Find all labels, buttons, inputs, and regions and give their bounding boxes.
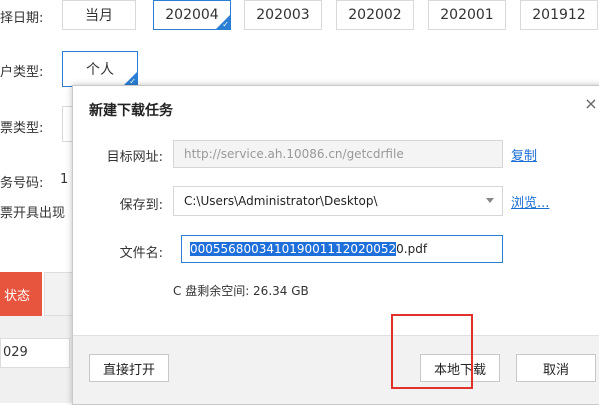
annotation-highlight-box bbox=[391, 314, 473, 389]
save-to-label: 保存到: bbox=[119, 198, 163, 213]
url-field[interactable]: http://service.ah.10086.cn/getcdrfile bbox=[173, 140, 503, 168]
new-download-dialog: 新建下载任务 × 目标网址: http://service.ah.10086.c… bbox=[72, 85, 599, 405]
background-input[interactable]: 029 bbox=[0, 338, 70, 368]
date-button-201912[interactable]: 201912 bbox=[520, 0, 598, 30]
customer-type-label: 客户类型: bbox=[0, 65, 44, 80]
cancel-button[interactable]: 取消 bbox=[516, 354, 596, 382]
date-label: 选择日期: bbox=[0, 11, 44, 26]
invoice-type-label: 发票类型: bbox=[0, 121, 44, 136]
service-number-label: 服务号码: bbox=[0, 176, 44, 191]
filename-input[interactable]: 0005568003410190011120200520.pdf bbox=[181, 235, 503, 263]
date-button-current[interactable]: 当月 bbox=[62, 0, 136, 30]
chevron-down-icon bbox=[486, 198, 494, 203]
tab-status[interactable]: 状态 bbox=[0, 272, 42, 316]
filename-label: 文件名: bbox=[119, 246, 163, 261]
date-button-202004[interactable]: 202004 ✓ bbox=[153, 0, 231, 30]
free-space-info: C 盘剩余空间: 26.34 GB bbox=[173, 284, 309, 298]
customer-type-button[interactable]: 个人 ✓ bbox=[62, 51, 138, 87]
browse-link[interactable]: 浏览... bbox=[511, 192, 549, 211]
date-button-202002[interactable]: 202002 bbox=[336, 0, 414, 30]
check-icon: ✓ bbox=[222, 20, 229, 29]
date-button-202001[interactable]: 202001 bbox=[428, 0, 506, 30]
open-directly-button[interactable]: 直接打开 bbox=[89, 354, 169, 382]
tab-other[interactable] bbox=[44, 272, 74, 316]
service-number-value: 1 bbox=[60, 172, 69, 187]
invoice-type-button-partial[interactable] bbox=[62, 106, 72, 142]
copy-link[interactable]: 复制 bbox=[511, 145, 537, 164]
filename-selected-text: 000556800341019001112020052 bbox=[190, 242, 397, 256]
close-icon[interactable]: × bbox=[581, 94, 599, 114]
dialog-footer: 直接打开 本地下载 取消 bbox=[73, 335, 599, 404]
filename-rest-text: 0.pdf bbox=[396, 242, 428, 256]
date-button-202003[interactable]: 202003 bbox=[244, 0, 322, 30]
save-path-select[interactable]: C:\Users\Administrator\Desktop\ bbox=[173, 186, 503, 216]
url-label: 目标网址: bbox=[106, 150, 163, 165]
invoice-note-text: 发票开具出现 bbox=[0, 206, 66, 221]
dialog-title: 新建下载任务 bbox=[89, 103, 173, 119]
